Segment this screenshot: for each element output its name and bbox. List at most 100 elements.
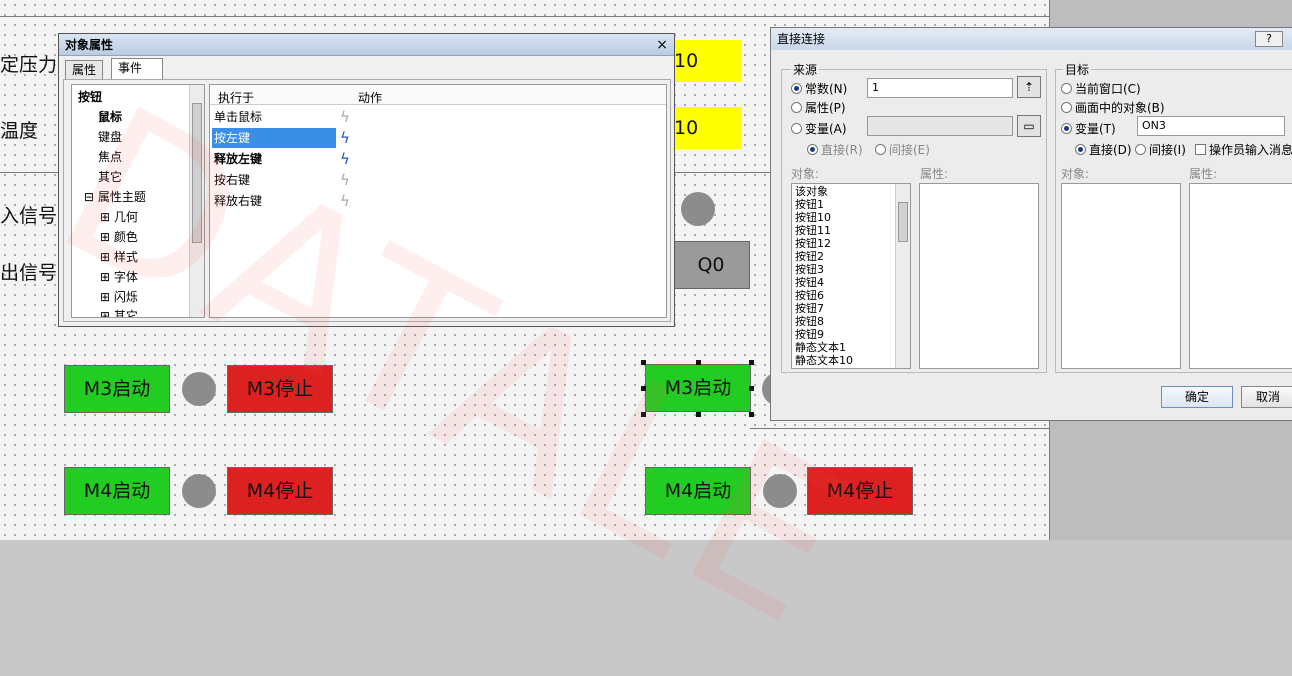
checkbox-box[interactable]	[1195, 144, 1206, 155]
tree-item-property-topics[interactable]: ⊟ 属性主题	[84, 188, 146, 205]
tree-item-flash[interactable]: ⊞ 闪烁	[100, 288, 138, 305]
radio-dot[interactable]	[875, 144, 886, 155]
source-object-item[interactable]: 按钮2	[792, 250, 910, 263]
browse-constant-icon[interactable]: ⇡	[1017, 76, 1041, 98]
source-property-list[interactable]	[919, 183, 1039, 369]
tree-item-color[interactable]: ⊞ 颜色	[100, 228, 138, 245]
tree-item-style[interactable]: ⊞ 样式	[100, 248, 138, 265]
event-row-press-left[interactable]: 按左键	[212, 128, 336, 148]
tree-item-button[interactable]: 按钮	[78, 88, 102, 105]
lightning-icon[interactable]: ϟ	[340, 129, 350, 147]
selection-handle[interactable]	[749, 386, 754, 391]
m4-start-button-right[interactable]: M4启动	[645, 467, 751, 515]
target-object-list[interactable]	[1061, 183, 1181, 369]
source-object-item[interactable]: 静态文本1	[792, 341, 910, 354]
source-object-item[interactable]: 按钮11	[792, 224, 910, 237]
expand-icon[interactable]: ⊞	[100, 230, 114, 244]
radio-dot[interactable]	[1061, 83, 1072, 94]
m3-start-button-selected[interactable]: M3启动	[645, 364, 751, 412]
radio-dot[interactable]	[1061, 102, 1072, 113]
target-direct-radio[interactable]: 直接(D)	[1075, 141, 1132, 158]
selection-handle[interactable]	[749, 412, 754, 417]
selection-handle[interactable]	[696, 360, 701, 365]
lightning-icon[interactable]: ϟ	[340, 192, 350, 210]
q0-button[interactable]: Q0	[672, 241, 750, 289]
list-scrollbar[interactable]	[895, 184, 910, 368]
source-object-item[interactable]: 按钮4	[792, 276, 910, 289]
target-current-window-radio[interactable]: 当前窗口(C)	[1061, 80, 1141, 97]
source-variable-radio[interactable]: 变量(A)	[791, 120, 847, 137]
radio-dot[interactable]	[1075, 144, 1086, 155]
radio-dot[interactable]	[791, 102, 802, 113]
lightning-icon[interactable]: ϟ	[340, 108, 350, 126]
tree-item-mouse[interactable]: 鼠标	[98, 108, 122, 125]
radio-dot[interactable]	[807, 144, 818, 155]
event-row-click[interactable]: 单击鼠标	[212, 107, 336, 127]
pressure-value-field[interactable]: 10	[672, 40, 742, 82]
collapse-icon[interactable]: ⊟	[84, 190, 98, 204]
tree-item-other-2[interactable]: ⊞ 其它	[100, 307, 138, 317]
source-object-item[interactable]: 按钮10	[792, 211, 910, 224]
close-icon[interactable]: ×	[656, 34, 668, 56]
tab-events[interactable]: 事件	[111, 58, 163, 80]
scroll-thumb[interactable]	[898, 202, 908, 242]
constant-input[interactable]: 1	[867, 78, 1013, 98]
source-property-radio[interactable]: 属性(P)	[791, 99, 846, 116]
tree-scrollbar[interactable]	[189, 85, 204, 317]
event-row-release-right[interactable]: 释放右键	[212, 191, 336, 211]
help-icon[interactable]: ?	[1255, 31, 1283, 47]
radio-dot[interactable]	[791, 123, 802, 134]
selection-handle[interactable]	[641, 412, 646, 417]
source-object-item[interactable]: 按钮1	[792, 198, 910, 211]
temperature-value-field[interactable]: 10	[672, 107, 742, 149]
radio-dot[interactable]	[1135, 144, 1146, 155]
column-action[interactable]: 动作	[358, 89, 382, 106]
lightning-icon[interactable]: ϟ	[340, 150, 350, 168]
operator-message-checkbox[interactable]: 操作员输入消息	[1195, 141, 1292, 158]
event-row-press-right[interactable]: 按右键	[212, 170, 336, 190]
source-object-item[interactable]: 按钮3	[792, 263, 910, 276]
source-object-item[interactable]: 按钮9	[792, 328, 910, 341]
selection-handle[interactable]	[696, 412, 701, 417]
tree-item-keyboard[interactable]: 键盘	[98, 128, 122, 145]
dialog-titlebar[interactable]: 对象属性 ×	[59, 34, 674, 56]
tree-item-font[interactable]: ⊞ 字体	[100, 268, 138, 285]
source-indirect-radio[interactable]: 间接(E)	[875, 141, 930, 158]
source-object-item[interactable]: 按钮8	[792, 315, 910, 328]
target-screen-object-radio[interactable]: 画面中的对象(B)	[1061, 99, 1165, 116]
source-constant-radio[interactable]: 常数(N)	[791, 80, 847, 97]
expand-icon[interactable]: ⊞	[100, 270, 114, 284]
source-object-item[interactable]: 静态文本10	[792, 354, 910, 367]
selection-handle[interactable]	[641, 360, 646, 365]
expand-icon[interactable]: ⊞	[100, 210, 114, 224]
target-variable-input[interactable]: ON3	[1137, 116, 1285, 136]
m4-stop-button-right[interactable]: M4停止	[807, 467, 913, 515]
event-row-release-left[interactable]: 释放左键	[212, 149, 336, 169]
dialog-titlebar[interactable]: 直接连接 ?	[771, 28, 1292, 50]
radio-dot[interactable]	[791, 83, 802, 94]
expand-icon[interactable]: ⊞	[100, 309, 114, 317]
property-tree[interactable]: 按钮 鼠标 键盘 焦点 其它 ⊟ 属性主题 ⊞ 几何 ⊞ 颜色 ⊞ 样式 ⊞ 字…	[71, 84, 205, 318]
selection-handle[interactable]	[641, 386, 646, 391]
lightning-icon[interactable]: ϟ	[340, 171, 350, 189]
expand-icon[interactable]: ⊞	[100, 290, 114, 304]
column-execute-on[interactable]: 执行于	[218, 89, 254, 106]
target-indirect-radio[interactable]: 间接(I)	[1135, 141, 1186, 158]
m3-start-button-left[interactable]: M3启动	[64, 365, 170, 413]
ok-button[interactable]: 确定	[1161, 386, 1233, 408]
source-object-list[interactable]: 该对象 按钮1 按钮10 按钮11 按钮12 按钮2 按钮3 按钮4 按钮6 按钮7 按钮8 按钮9 静…	[791, 183, 911, 369]
cancel-button[interactable]: 取消	[1241, 386, 1292, 408]
expand-icon[interactable]: ⊞	[100, 250, 114, 264]
source-variable-input[interactable]	[867, 116, 1013, 136]
source-direct-radio[interactable]: 直接(R)	[807, 141, 863, 158]
m4-stop-button-left[interactable]: M4停止	[227, 467, 333, 515]
m4-start-button-left[interactable]: M4启动	[64, 467, 170, 515]
selection-handle[interactable]	[749, 360, 754, 365]
tree-item-geometry[interactable]: ⊞ 几何	[100, 208, 138, 225]
target-variable-radio[interactable]: 变量(T)	[1061, 120, 1116, 137]
scroll-thumb[interactable]	[192, 103, 202, 243]
tab-properties[interactable]: 属性	[65, 60, 104, 80]
target-property-list[interactable]	[1189, 183, 1292, 369]
radio-dot[interactable]	[1061, 123, 1072, 134]
tree-item-focus[interactable]: 焦点	[98, 148, 122, 165]
